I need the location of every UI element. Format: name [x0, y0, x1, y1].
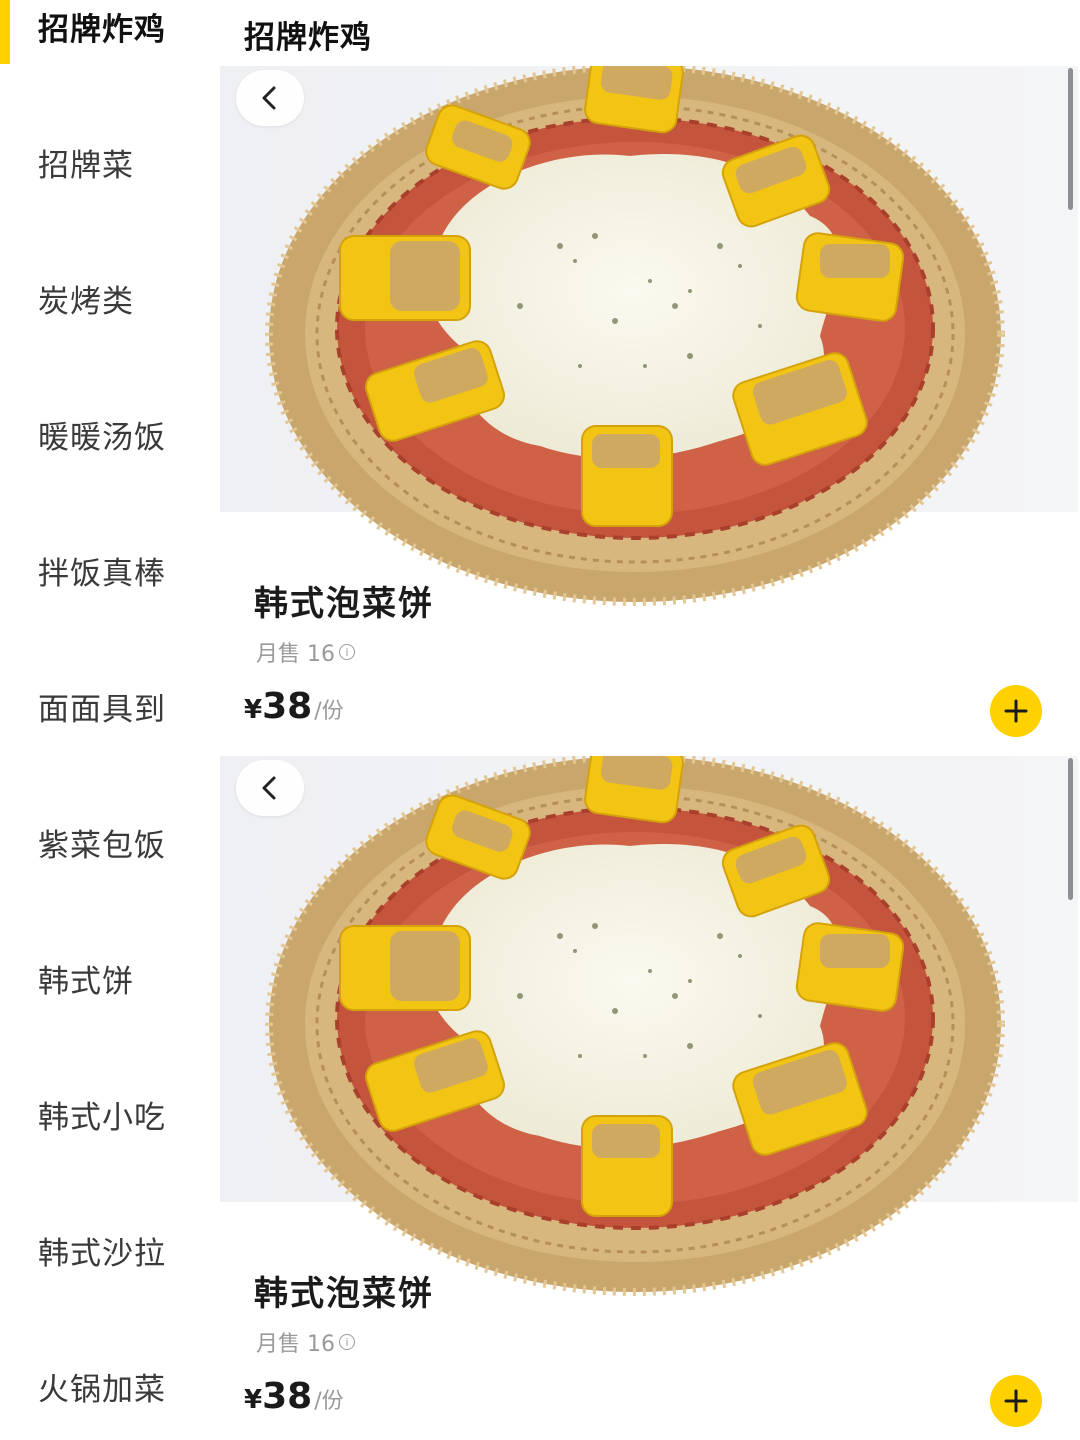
info-icon[interactable]: i [339, 1334, 355, 1350]
sidebar-item-hanshi-xiaochi[interactable]: 韩式小吃 [0, 1082, 220, 1146]
currency-symbol: ¥ [244, 1385, 263, 1415]
menu-page: 招牌炸鸡 招牌菜 炭烤类 暖暖汤饭 拌饭真棒 面面具到 紫菜包饭 韩式饼 韩式小… [0, 0, 1080, 1440]
price-row: ¥ 38 /份 [244, 686, 344, 727]
sidebar-item-tangfan[interactable]: 暖暖汤饭 [0, 402, 220, 466]
monthly-sales: 月售 16 i [256, 1326, 355, 1358]
product-card[interactable]: 韩式泡菜饼 月售 16 i ¥ 38 /份 [220, 756, 1080, 1440]
scrollbar[interactable] [1068, 68, 1073, 210]
product-card[interactable]: 韩式泡菜饼 月售 16 i ¥ 38 /份 [220, 66, 1080, 756]
section-title: 招牌炸鸡 [244, 20, 372, 56]
product-photo [265, 756, 1005, 1296]
sidebar-item-mianmian[interactable]: 面面具到 [0, 674, 220, 738]
sidebar-item-hanshibing[interactable]: 韩式饼 [0, 946, 220, 1010]
price-unit: /份 [314, 699, 344, 724]
chevron-left-icon [262, 776, 276, 800]
back-button[interactable] [236, 70, 304, 126]
plus-icon [1004, 699, 1028, 723]
price-value: 38 [262, 1376, 313, 1417]
sales-text: 月售 16 [256, 1332, 335, 1357]
sidebar-item-hanshi-shala[interactable]: 韩式沙拉 [0, 1218, 220, 1282]
category-sidebar: 招牌炸鸡 招牌菜 炭烤类 暖暖汤饭 拌饭真棒 面面具到 紫菜包饭 韩式饼 韩式小… [0, 0, 220, 1440]
sidebar-item-banfan[interactable]: 拌饭真棒 [0, 538, 220, 602]
sales-text: 月售 16 [256, 642, 335, 667]
add-to-cart-button[interactable] [990, 685, 1042, 737]
price-value: 38 [262, 686, 313, 727]
currency-symbol: ¥ [244, 695, 263, 725]
chevron-left-icon [262, 86, 276, 110]
product-name: 韩式泡菜饼 [254, 584, 434, 624]
price-unit: /份 [314, 1389, 344, 1414]
plus-icon [1004, 1389, 1028, 1413]
add-to-cart-button[interactable] [990, 1375, 1042, 1427]
scrollbar[interactable] [1068, 758, 1073, 900]
info-icon[interactable]: i [339, 644, 355, 660]
sidebar-item-zicai-baofan[interactable]: 紫菜包饭 [0, 810, 220, 874]
sidebar-item-zhaopaicai[interactable]: 招牌菜 [0, 130, 220, 194]
sidebar-item-huoguo-jiacai[interactable]: 火锅加菜 [0, 1354, 220, 1418]
sidebar-item-zhaopai-zhaji[interactable]: 招牌炸鸡 [0, 0, 220, 58]
price-row: ¥ 38 /份 [244, 1376, 344, 1417]
product-name: 韩式泡菜饼 [254, 1274, 434, 1314]
back-button[interactable] [236, 760, 304, 816]
monthly-sales: 月售 16 i [256, 636, 355, 668]
sidebar-item-tankaolei[interactable]: 炭烤类 [0, 266, 220, 330]
product-photo [265, 66, 1005, 606]
